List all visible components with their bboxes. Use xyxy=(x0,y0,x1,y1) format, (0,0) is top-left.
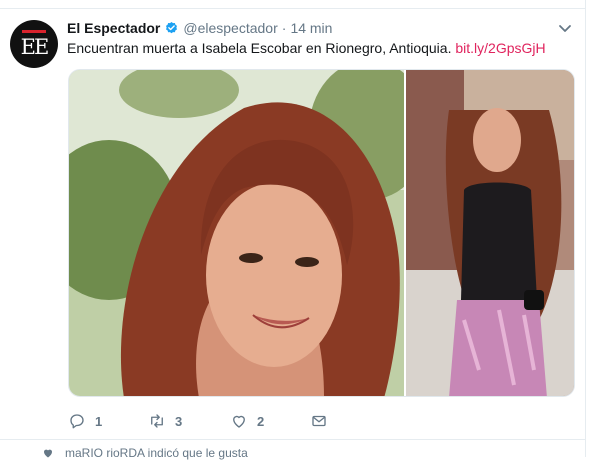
reply-icon xyxy=(70,414,84,429)
tweet-timestamp[interactable]: 14 min xyxy=(290,20,332,36)
timeline-border xyxy=(585,0,586,457)
avatar-logo-text: EE xyxy=(20,35,50,59)
avatar-accent-bar xyxy=(22,30,46,33)
photo-left[interactable] xyxy=(69,70,429,397)
direct-message-icon xyxy=(312,415,326,427)
like-button[interactable]: 2 xyxy=(230,410,264,432)
reply-count: 1 xyxy=(95,413,103,429)
verified-badge-icon xyxy=(166,21,178,33)
author-handle[interactable]: @elespectador xyxy=(183,20,277,36)
chevron-down-icon[interactable] xyxy=(557,20,573,36)
top-divider xyxy=(0,8,585,9)
activity-notice: maRIO rioRDA indicó que le gusta xyxy=(42,445,248,461)
direct-message-button[interactable] xyxy=(310,410,328,432)
heart-icon xyxy=(44,449,52,458)
tweet-link[interactable]: bit.ly/2GpsGjH xyxy=(455,40,545,56)
tweet-header: El Espectador @elespectador · 14 min xyxy=(67,19,332,37)
tweet-body: Encuentran muerta a Isabela Escobar en R… xyxy=(67,40,452,56)
tweet-media[interactable] xyxy=(68,69,575,397)
author-name[interactable]: El Espectador xyxy=(67,20,160,36)
tweet-text: Encuentran muerta a Isabela Escobar en R… xyxy=(67,40,546,56)
tweet-photo-collage[interactable] xyxy=(69,70,575,397)
like-icon xyxy=(233,415,245,428)
reply-button[interactable]: 1 xyxy=(68,410,102,432)
activity-text[interactable]: maRIO rioRDA indicó que le gusta xyxy=(65,446,248,460)
retweet-count: 3 xyxy=(175,413,183,429)
retweet-icon xyxy=(151,414,163,428)
retweet-button[interactable]: 3 xyxy=(148,410,182,432)
avatar[interactable]: EE xyxy=(10,20,58,68)
like-count: 2 xyxy=(257,413,265,429)
tweet-divider xyxy=(0,439,585,440)
photo-right[interactable] xyxy=(406,70,575,397)
header-separator: · xyxy=(281,20,287,36)
